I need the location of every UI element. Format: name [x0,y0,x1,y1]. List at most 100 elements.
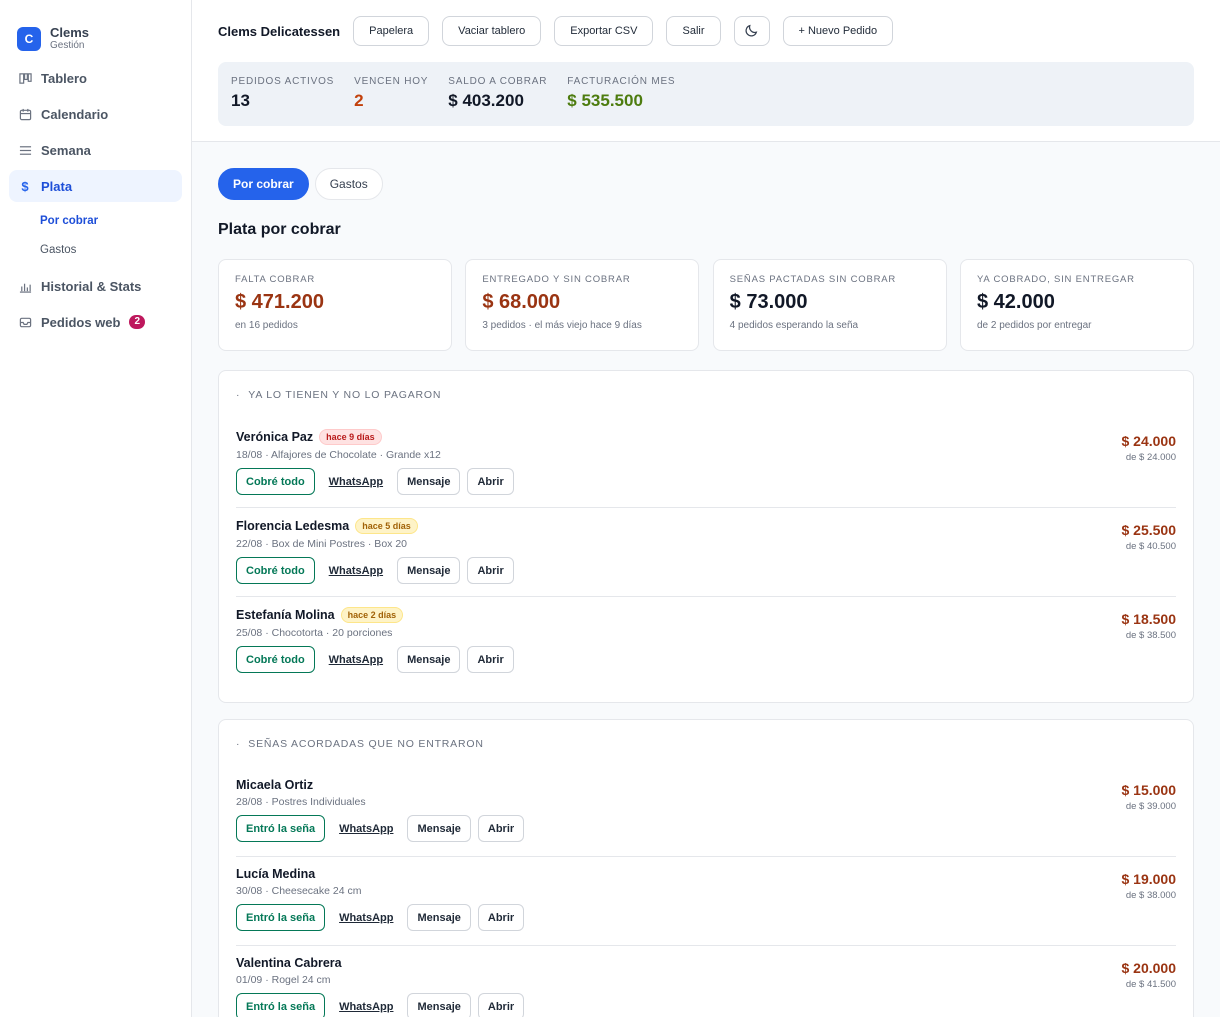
customer-name: Lucía Medina [236,867,316,881]
entro-la-sena-button[interactable]: Entró la seña [236,904,326,931]
sidebar-subitem-gastos[interactable]: Gastos [0,235,191,264]
abrir-button[interactable]: Abrir [467,468,514,495]
list-item: Florencia Ledesma hace 5 días 22/08 · Box… [236,508,1176,597]
abrir-button[interactable]: Abrir [477,815,525,842]
papelera-button[interactable]: Papelera [353,16,430,46]
list-item: Valentina Cabrera 01/09 · Rogel 24 cm En… [236,946,1176,1017]
sidebar-item-label: Calendario [41,106,109,122]
age-badge: hace 2 días [340,607,404,623]
amount-total: de $ 41.500 [1125,979,1176,990]
mensaje-button[interactable]: Mensaje [397,646,461,673]
order-detail: 18/08 · Alfajores de Chocolate · Grande … [236,449,441,461]
amount-due: $ 25.500 [1121,522,1177,538]
abrir-button[interactable]: Abrir [467,646,514,673]
exportar-csv-button[interactable]: Exportar CSV [554,16,654,46]
kpi-card: ENTREGADO Y SIN COBRAR $ 68.000 3 pedido… [465,259,700,351]
order-detail: 28/08 · Postres Individuales [236,796,366,808]
notification-badge: 2 [129,315,146,329]
mensaje-button[interactable]: Mensaje [407,993,471,1017]
sidebar: C Clems Gestión Tablero Calendario Seman… [0,0,192,1017]
customer-name: Valentina Cabrera [236,956,342,970]
sidebar-item-label: Pedidos web [41,314,121,330]
amount-total: de $ 38.000 [1125,890,1176,901]
cobre-todo-button[interactable]: Cobré todo [236,557,315,584]
age-badge: hace 5 días [355,518,418,534]
customer-name: Estefanía Molina [236,608,335,622]
tab-por-cobrar[interactable]: Por cobrar [218,168,309,200]
amount-due: $ 18.500 [1121,611,1177,627]
sidebar-subitem-por-cobrar[interactable]: Por cobrar [0,206,191,235]
section-title: · YA LO TIENEN Y NO LO PAGARON [236,389,442,401]
sidebar-item-label: Semana [41,142,91,158]
brand-name: Clems [50,24,90,40]
abrir-button[interactable]: Abrir [467,557,514,584]
sidebar-item-pedidos-web[interactable]: Pedidos web 2 [9,306,182,338]
mensaje-button[interactable]: Mensaje [397,468,461,495]
sidebar-item-semana[interactable]: Semana [9,134,182,166]
whatsapp-link[interactable]: WhatsApp [329,476,383,488]
mensaje-button[interactable]: Mensaje [407,815,471,842]
sidebar-item-label: Plata [41,178,73,194]
sidebar-item-label: Historial & Stats [41,278,142,294]
customer-name: Florencia Ledesma [236,519,350,533]
dark-mode-toggle[interactable] [733,16,770,46]
kpi-card: YA COBRADO, SIN ENTREGAR $ 42.000 de 2 p… [959,259,1194,351]
whatsapp-link[interactable]: WhatsApp [339,912,393,924]
kpi-cards: FALTA COBRAR $ 471.200 en 16 pedidos ENT… [218,259,1194,351]
order-detail: 01/09 · Rogel 24 cm [236,974,331,986]
stat-facturacion-mes: FACTURACIÓN MES $ 535.500 [567,76,676,110]
sidebar-item-calendario[interactable]: Calendario [9,98,182,130]
amount-total: de $ 24.000 [1125,452,1176,463]
whatsapp-link[interactable]: WhatsApp [329,565,383,577]
stat-saldo-a-cobrar: SALDO A COBRAR $ 403.200 [448,76,548,110]
page-title: Plata por cobrar [218,221,341,238]
topbar: Clems Delicatessen Papelera Vaciar table… [192,0,1220,62]
brand[interactable]: C Clems Gestión [0,0,191,60]
order-detail: 22/08 · Box de Mini Postres · Box 20 [236,538,407,550]
tab-gastos[interactable]: Gastos [314,168,383,200]
amount-due: $ 24.000 [1121,433,1177,449]
cobre-todo-button[interactable]: Cobré todo [236,646,315,673]
whatsapp-link[interactable]: WhatsApp [339,1001,393,1013]
sidebar-item-label: Tablero [41,70,87,86]
tabs: Por cobrar Gastos [218,168,389,200]
inbox-icon [18,315,32,329]
dollar-icon: $ [21,178,29,194]
abrir-button[interactable]: Abrir [477,904,525,931]
stat-vencen-hoy: VENCEN HOY 2 [354,76,429,110]
list-item: Estefanía Molina hace 2 días 25/08 · Choc… [236,597,1176,686]
chart-icon [18,279,32,293]
nuevo-pedido-button[interactable]: + Nuevo Pedido [782,16,894,46]
amount-due: $ 15.000 [1121,782,1177,798]
mensaje-button[interactable]: Mensaje [397,557,461,584]
whatsapp-link[interactable]: WhatsApp [329,654,383,666]
list-item: Lucía Medina 30/08 · Cheesecake 24 cm En… [236,857,1176,946]
brand-sub: Gestión [50,39,85,51]
amount-due: $ 19.000 [1121,871,1177,887]
section-title: · SEÑAS ACORDADAS QUE NO ENTRARON [236,738,484,750]
vaciar-tablero-button[interactable]: Vaciar tablero [442,16,542,46]
whatsapp-link[interactable]: WhatsApp [339,823,393,835]
amount-total: de $ 40.500 [1125,541,1176,552]
header: Clems Delicatessen Papelera Vaciar table… [192,0,1220,142]
list-item: Verónica Paz hace 9 días 18/08 · Alfajore… [236,419,1176,508]
board-icon [18,71,32,85]
amount-total: de $ 39.000 [1125,801,1176,812]
section-senas-no-entraron: · SEÑAS ACORDADAS QUE NO ENTRARON Micaela… [218,719,1194,1017]
abrir-button[interactable]: Abrir [477,993,525,1017]
kpi-card: SEÑAS PACTADAS SIN COBRAR $ 73.000 4 ped… [712,259,947,351]
stat-pedidos-activos: PEDIDOS ACTIVOS 13 [231,76,335,110]
nav: Tablero Calendario Semana $ Plata Por co… [0,62,191,338]
sidebar-item-historial[interactable]: Historial & Stats [9,270,182,302]
entro-la-sena-button[interactable]: Entró la seña [236,815,326,842]
mensaje-button[interactable]: Mensaje [407,904,471,931]
cobre-todo-button[interactable]: Cobré todo [236,468,315,495]
moon-icon [745,23,759,40]
sidebar-item-tablero[interactable]: Tablero [9,62,182,94]
salir-button[interactable]: Salir [666,16,721,46]
amount-total: de $ 38.500 [1125,630,1176,641]
sidebar-item-plata[interactable]: $ Plata [9,170,182,202]
entro-la-sena-button[interactable]: Entró la seña [236,993,326,1017]
stats-bar: PEDIDOS ACTIVOS 13 VENCEN HOY 2 SALDO A … [218,62,1194,126]
order-detail: 25/08 · Chocotorta · 20 porciones [236,627,393,639]
